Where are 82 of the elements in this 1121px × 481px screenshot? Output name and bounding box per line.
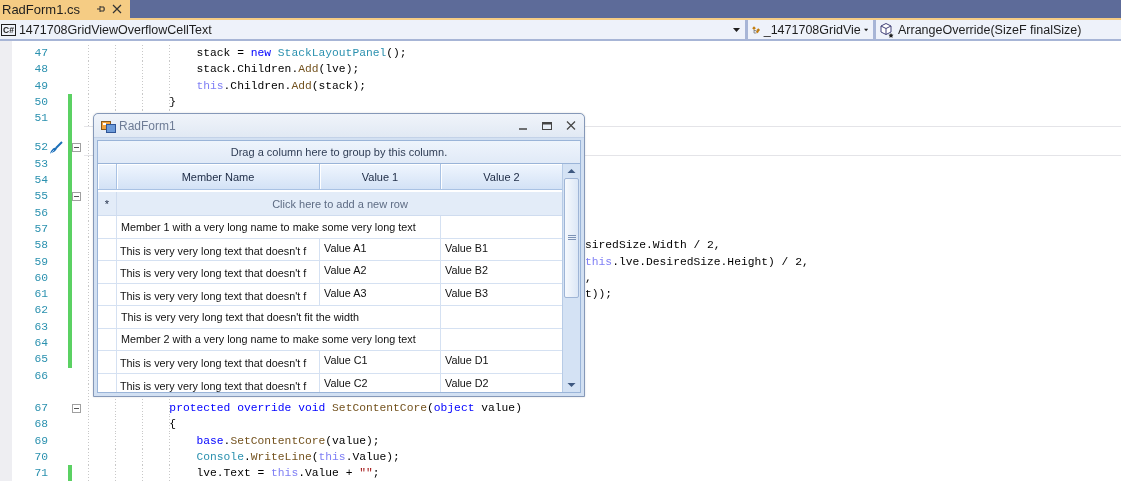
line-number: 61 <box>33 287 48 303</box>
table-cell: This is very very long text that doesn't f <box>117 351 320 374</box>
file-tab[interactable]: RadForm1.cs <box>0 0 131 18</box>
line-number: 59 <box>33 254 48 270</box>
line-number: 55 <box>33 189 48 205</box>
line-number: 62 <box>33 303 48 319</box>
row-header-cell <box>98 238 117 261</box>
line-number: 60 <box>33 270 48 286</box>
code-line: lve.Text = this.Value + ""; <box>195 467 380 480</box>
line-number: 63 <box>33 319 48 335</box>
table-cell: This is very very long text that doesn't f <box>117 283 320 306</box>
column-header[interactable]: Value 2 <box>441 164 562 190</box>
table-cell: Member 2 with a very long name to make some very long text <box>117 328 441 351</box>
row-header-cell <box>98 261 117 284</box>
table-cell: Value C1 <box>320 351 441 374</box>
line-number: 70 <box>33 449 48 465</box>
code-line: stack = new StackLayoutPanel(); <box>195 47 407 59</box>
line-number: 50 <box>33 94 48 110</box>
collapse-icon[interactable] <box>72 192 81 201</box>
column-header[interactable]: Member Name <box>117 164 320 190</box>
new-row[interactable]: Click here to add a new row <box>117 192 562 215</box>
code-line: base.SetContentCore(value); <box>195 434 380 447</box>
table-cell: This is very very long text that doesn't f <box>117 373 320 392</box>
line-number: 52 <box>33 140 48 156</box>
line-number: 56 <box>33 205 48 221</box>
line-number: 58 <box>33 238 48 254</box>
code-line: Console.WriteLine(this.Value); <box>195 450 400 463</box>
window-title: RadForm1 <box>119 118 177 133</box>
row-header-cell <box>98 328 117 351</box>
collapse-icon[interactable] <box>72 143 81 153</box>
code-line: siredSize.Width / 2, <box>585 239 721 252</box>
code-line: protected override void SetContentCore(object value) <box>168 401 522 414</box>
line-number: 67 <box>33 400 48 416</box>
code-line: this.lve.DesiredSize.Height) / 2, <box>585 255 809 268</box>
table-cell: Value A2 <box>320 261 441 284</box>
code-line: { <box>168 418 177 431</box>
row-header-cell <box>98 283 117 306</box>
line-number: 48 <box>33 62 48 78</box>
window-icon <box>101 118 116 133</box>
line-number: 53 <box>33 156 48 172</box>
code-line: , <box>585 271 592 284</box>
table-cell: This is very very long text that doesn't fit the width <box>117 306 441 329</box>
code-line: this.Children.Add(stack); <box>195 79 366 92</box>
line-number: 71 <box>33 466 48 481</box>
row-header-cell <box>98 351 117 374</box>
line-number: 57 <box>33 221 48 237</box>
cube-icon <box>879 21 895 38</box>
line-number: 49 <box>33 78 48 94</box>
close-icon[interactable] <box>112 4 123 14</box>
project-dropdown[interactable]: C# 1471708GridViewOverflowCellText <box>0 20 745 39</box>
table-cell: This is very very long text that doesn't f <box>117 238 320 261</box>
brush-icon[interactable] <box>49 140 63 155</box>
pin-icon[interactable] <box>96 4 107 14</box>
column-header[interactable]: Value 1 <box>320 164 441 190</box>
row-indicator: * <box>98 192 117 215</box>
line-number: 68 <box>33 417 48 433</box>
line-number: 64 <box>33 336 48 352</box>
group-panel[interactable]: Drag a column here to group by this column. <box>97 140 581 163</box>
line-number: 69 <box>33 433 48 449</box>
language-badge: C# <box>1 23 16 36</box>
line-number: 51 <box>33 111 48 127</box>
line-number: 66 <box>33 368 48 384</box>
scroll-thumb[interactable] <box>564 178 579 298</box>
line-number: 47 <box>33 46 48 61</box>
table-cell: Value A1 <box>320 238 441 261</box>
code-line: t)); <box>585 288 613 301</box>
member-dropdown[interactable]: ArrangeOverride(SizeF finalSize) <box>876 20 1121 39</box>
table-cell: Value C2 <box>320 373 441 392</box>
caret-icon <box>863 27 868 32</box>
table-cell: This is very very long text that doesn't f <box>117 261 320 284</box>
collapse-icon[interactable] <box>72 403 81 413</box>
code-line: stack.Children.Add(lve); <box>195 63 360 76</box>
row-header-cell <box>98 306 117 329</box>
caret-icon <box>733 27 740 32</box>
line-number: 54 <box>33 173 48 189</box>
type-dropdown[interactable]: _1471708GridVie <box>748 20 873 39</box>
code-line: } <box>168 95 177 108</box>
line-number: 65 <box>33 352 48 368</box>
table-cell: Member 1 with a very long name to make some very long text <box>117 216 441 239</box>
header-cell <box>98 164 117 190</box>
table-cell: Value A3 <box>320 283 441 306</box>
grip-icon <box>567 235 576 241</box>
